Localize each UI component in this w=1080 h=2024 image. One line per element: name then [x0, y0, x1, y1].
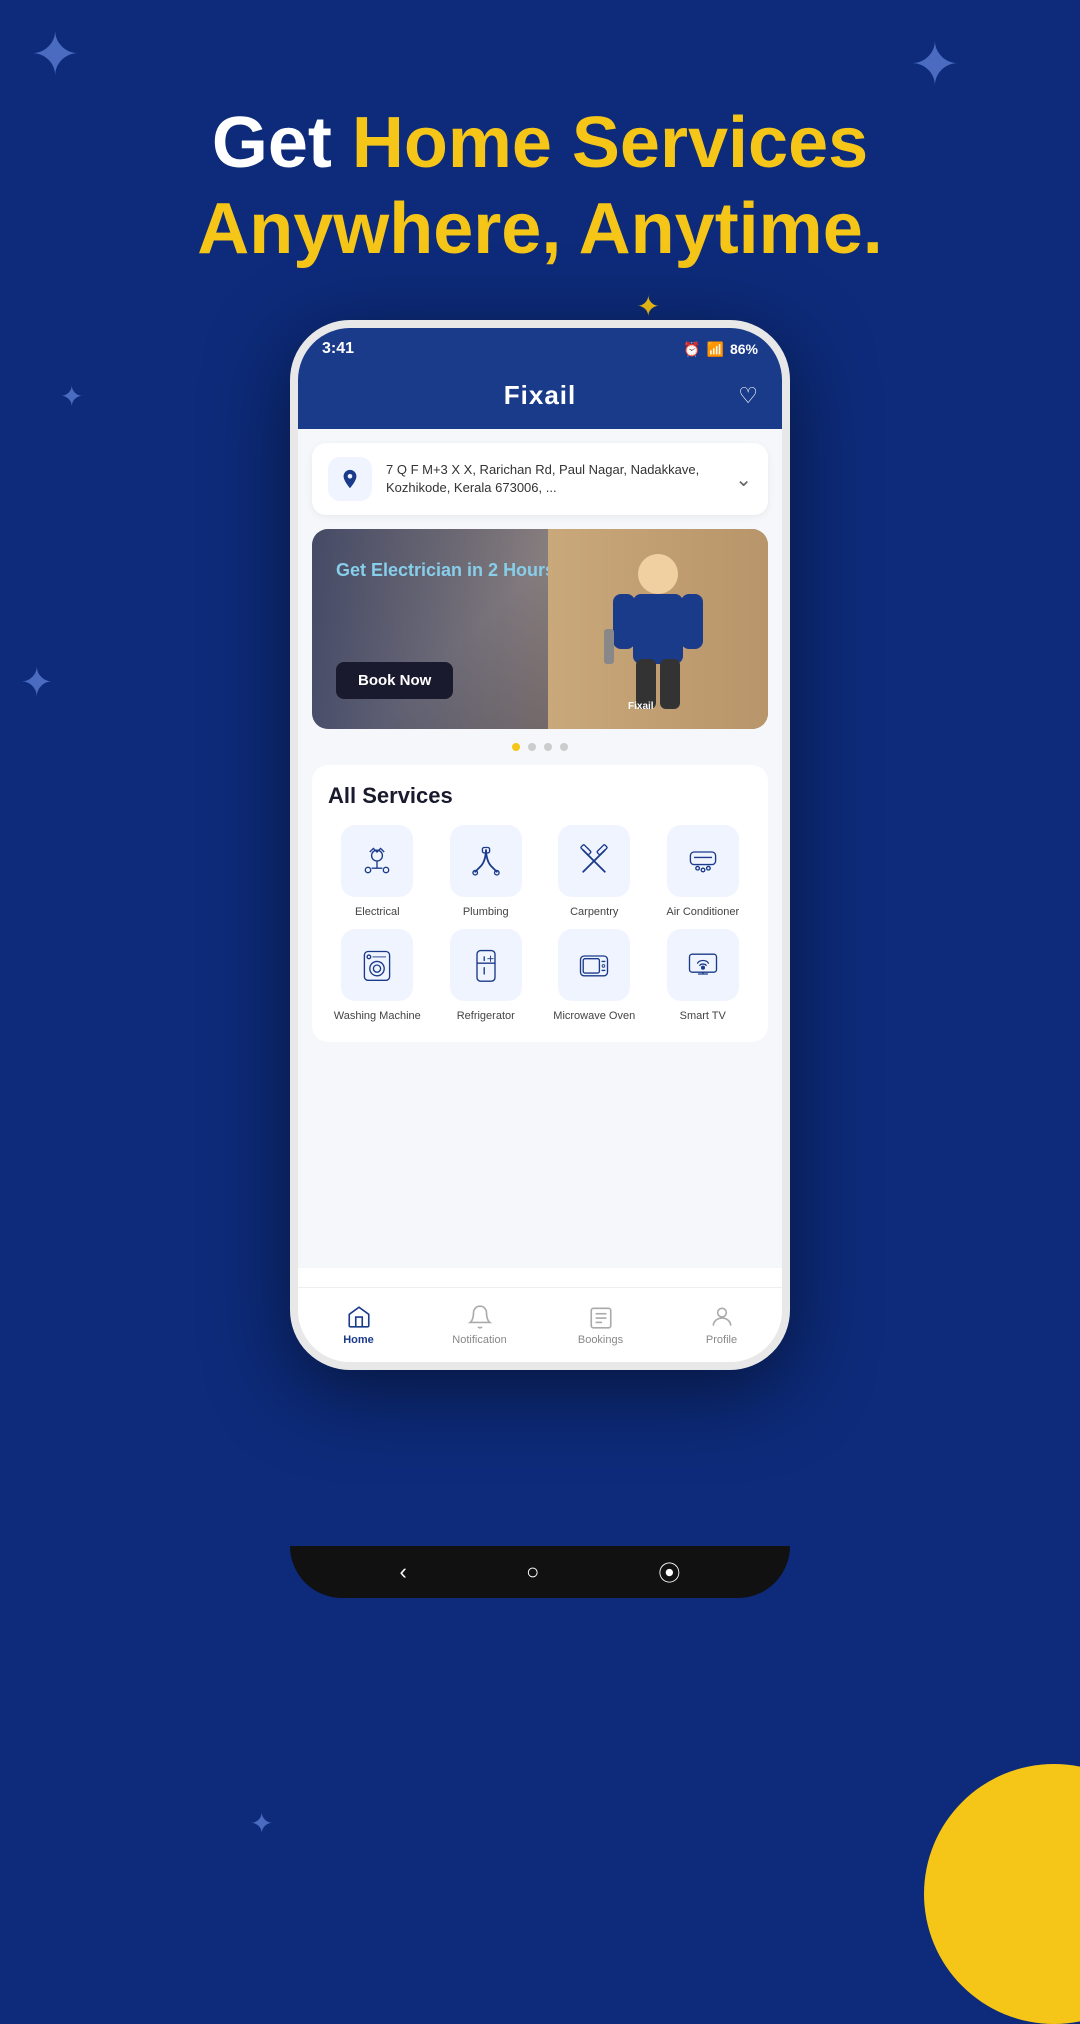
dot-2[interactable] — [528, 743, 536, 751]
service-item-refrigerator[interactable]: Refrigerator — [437, 929, 536, 1023]
location-icon-wrap — [328, 457, 372, 501]
bottom-navigation: Home Notification Bookings Profile — [298, 1287, 782, 1362]
service-item-ac[interactable]: Air Conditioner — [654, 825, 753, 919]
electrical-icon — [359, 843, 395, 879]
microwave-icon — [576, 947, 612, 983]
address-bar[interactable]: 7 Q F M+3 X X, Rarichan Rd, Paul Nagar, … — [312, 443, 768, 515]
dot-4[interactable] — [560, 743, 568, 751]
status-time: 3:41 — [322, 340, 354, 358]
carpentry-icon — [576, 843, 612, 879]
yellow-circle-decor — [924, 1764, 1080, 2024]
recent-button[interactable]: ⦿ — [658, 1556, 680, 1588]
plumbing-icon-box — [450, 825, 522, 897]
status-icons: ⏰ 📶 86% — [683, 341, 758, 358]
phone-frame: 3:41 ⏰ 📶 86% Fixail ♡ 7 Q F M+3 X X, Rar… — [290, 320, 790, 1370]
refrigerator-icon-box — [450, 929, 522, 1001]
ac-label: Air Conditioner — [666, 905, 739, 919]
hero-headline: Get Home Services Anywhere, Anytime. — [0, 100, 1080, 273]
chevron-down-icon[interactable]: ⌄ — [735, 467, 752, 492]
home-button[interactable]: ○ — [526, 1559, 539, 1585]
battery-level: 86% — [730, 341, 758, 357]
nav-bookings[interactable]: Bookings — [540, 1288, 661, 1362]
star-decor-4: ✦ — [250, 1807, 273, 1840]
svg-text:Fixail: Fixail — [628, 701, 654, 712]
carousel-dots — [298, 743, 782, 751]
plumbing-icon — [468, 843, 504, 879]
star-decor-1: ✦ — [30, 20, 80, 90]
phone-content: 7 Q F M+3 X X, Rarichan Rd, Paul Nagar, … — [298, 429, 782, 1268]
profile-icon — [709, 1304, 735, 1330]
carpentry-label: Carpentry — [570, 905, 618, 919]
smarttv-icon-box — [667, 929, 739, 1001]
star-decor-3: ✦ — [20, 660, 54, 706]
services-grid: Electrical Plumbing — [328, 825, 752, 1024]
bookings-icon — [588, 1304, 614, 1330]
ac-icon-box — [667, 825, 739, 897]
washing-icon-box — [341, 929, 413, 1001]
microwave-label: Microwave Oven — [553, 1009, 635, 1023]
service-item-smarttv[interactable]: Smart TV — [654, 929, 753, 1023]
all-services-section: All Services Electrical — [312, 765, 768, 1042]
book-now-button[interactable]: Book Now — [336, 662, 453, 699]
nav-profile[interactable]: Profile — [661, 1288, 782, 1362]
service-item-washing[interactable]: Washing Machine — [328, 929, 427, 1023]
worker-svg: Fixail — [598, 539, 718, 719]
service-item-carpentry[interactable]: Carpentry — [545, 825, 644, 919]
microwave-icon-box — [558, 929, 630, 1001]
location-icon — [339, 468, 361, 490]
notification-nav-label: Notification — [452, 1334, 506, 1346]
washing-label: Washing Machine — [334, 1009, 421, 1023]
app-title: Fixail — [504, 380, 576, 411]
service-item-microwave[interactable]: Microwave Oven — [545, 929, 644, 1023]
app-header: Fixail ♡ — [298, 370, 782, 429]
phone-gesture-bar: ‹ ○ ⦿ — [290, 1546, 790, 1598]
carpentry-icon-box — [558, 825, 630, 897]
electrical-icon-box — [341, 825, 413, 897]
refrigerator-label: Refrigerator — [457, 1009, 515, 1023]
status-bar: 3:41 ⏰ 📶 86% — [298, 328, 782, 370]
nav-home[interactable]: Home — [298, 1288, 419, 1362]
star-decor-5: ✦ — [910, 30, 960, 100]
bookings-nav-label: Bookings — [578, 1334, 623, 1346]
plumbing-label: Plumbing — [463, 905, 509, 919]
notification-icon — [467, 1304, 493, 1330]
wifi-icon: 📶 — [707, 341, 724, 358]
profile-nav-label: Profile — [706, 1334, 737, 1346]
star-yellow-1: ✦ — [637, 290, 660, 323]
promo-banner: Get Electrician in 2 Hours Book Now Fixa… — [312, 529, 768, 729]
refrigerator-icon — [468, 947, 504, 983]
back-button[interactable]: ‹ — [400, 1559, 407, 1585]
service-item-plumbing[interactable]: Plumbing — [437, 825, 536, 919]
nav-notification[interactable]: Notification — [419, 1288, 540, 1362]
heart-icon[interactable]: ♡ — [738, 383, 758, 409]
address-text: 7 Q F M+3 X X, Rarichan Rd, Paul Nagar, … — [386, 461, 721, 497]
hero-section: Get Home Services Anywhere, Anytime. — [0, 100, 1080, 273]
star-decor-2: ✦ — [60, 380, 83, 413]
smarttv-label: Smart TV — [680, 1009, 726, 1023]
washing-machine-icon — [359, 947, 395, 983]
ac-icon — [685, 843, 721, 879]
service-item-electrical[interactable]: Electrical — [328, 825, 427, 919]
alarm-icon: ⏰ — [683, 341, 700, 358]
home-nav-label: Home — [343, 1334, 374, 1346]
dot-3[interactable] — [544, 743, 552, 751]
banner-worker-image: Fixail — [548, 529, 768, 729]
banner-headline: Get Electrician in 2 Hours — [336, 559, 555, 582]
services-section-title: All Services — [328, 783, 752, 809]
smart-tv-icon — [685, 947, 721, 983]
electrical-label: Electrical — [355, 905, 400, 919]
home-icon — [346, 1304, 372, 1330]
hero-highlight: Home Services — [352, 103, 868, 183]
dot-1[interactable] — [512, 743, 520, 751]
